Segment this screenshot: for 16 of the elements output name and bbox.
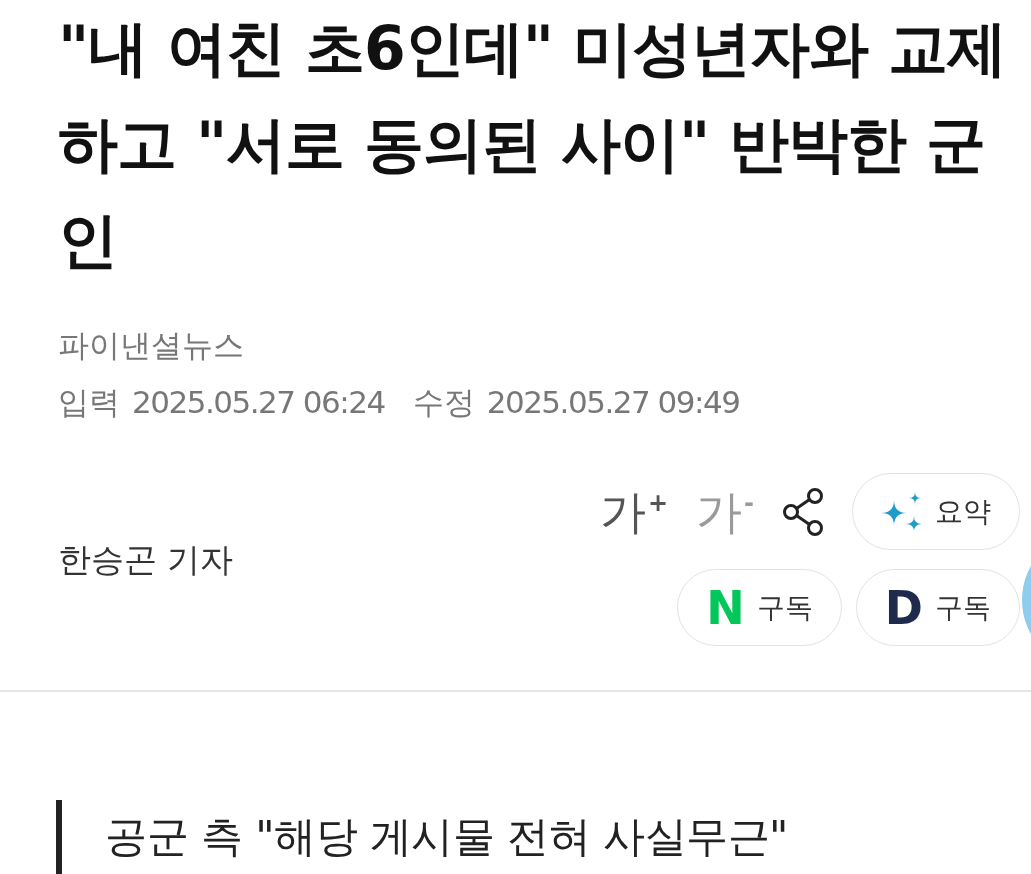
reporter-name: 한승곤 기자 xyxy=(58,538,234,581)
press-name: 파이낸셜뉴스 xyxy=(58,326,244,365)
subscribe-button[interactable]: D 구독 xyxy=(855,569,1020,646)
share-button[interactable] xyxy=(782,486,824,537)
share-icon xyxy=(782,486,824,537)
logo-letter: D xyxy=(884,584,923,631)
subscribe-button[interactable]: N 구독 xyxy=(677,569,842,646)
section-heading: 공군 측 "해당 게시물 전혀 사실무근" xyxy=(105,811,788,863)
date-label: 수정 xyxy=(412,383,475,422)
date-label: 입력 xyxy=(58,383,120,422)
date-value: 2025.05.27 09:49 xyxy=(486,383,740,422)
summary-button[interactable]: 요약 xyxy=(852,473,1020,550)
logo-letter: N xyxy=(706,584,745,631)
date-value: 2025.05.27 06:24 xyxy=(132,383,385,422)
article-headline: "내 여친 초6인데" 미성년자와 교제하고 "서로 동의된 사이" 반박한 군인 xyxy=(58,12,1007,277)
font-size-button[interactable]: 가$^{+}$ xyxy=(599,483,669,540)
